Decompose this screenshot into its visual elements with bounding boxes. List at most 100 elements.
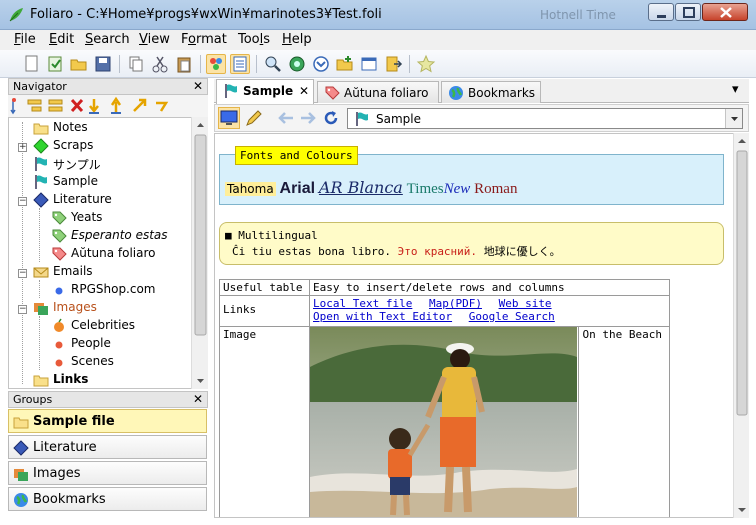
- note-content[interactable]: Fonts and Colours Tahoma Arial AR Blanca…: [214, 133, 734, 518]
- maximize-button[interactable]: [675, 3, 701, 21]
- tree-item-label: Aŭtuna foliaro: [71, 246, 156, 260]
- esperanto-text: Ĉi tiu estas bona libro.: [232, 245, 391, 258]
- local-text-file-link[interactable]: Local Text file: [313, 297, 412, 310]
- edit-pencil-icon[interactable]: [244, 108, 264, 128]
- scroll-thumb: [194, 134, 207, 336]
- nav-move-down-icon[interactable]: [89, 99, 99, 114]
- green-diamond-icon: [33, 138, 49, 154]
- export-icon[interactable]: [383, 54, 403, 74]
- folder-icon: [33, 375, 49, 387]
- tag-icon: [52, 229, 67, 243]
- folder-icon: [13, 417, 29, 429]
- nav-move-icon[interactable]: [10, 98, 16, 115]
- refresh-icon[interactable]: [321, 108, 341, 128]
- menu-edit[interactable]: Edit: [49, 32, 74, 47]
- group-literature[interactable]: Literature: [8, 435, 207, 459]
- table-row: Links Local Text file Map(PDF) Web site …: [219, 295, 670, 327]
- tree-item-label: Notes: [53, 120, 88, 134]
- font-sample-ar-blanca: AR Blanca: [318, 178, 403, 197]
- new-file-icon[interactable]: [21, 54, 41, 74]
- palette-icon[interactable]: [206, 54, 226, 74]
- tree-item-label: Celebrities: [71, 318, 136, 332]
- paste-icon[interactable]: [174, 54, 194, 74]
- red-dot-icon: [55, 359, 63, 367]
- table-row: Useful table Easy to insert/delete rows …: [219, 279, 670, 296]
- menu-file[interactable]: File: [14, 32, 36, 47]
- images-icon: [34, 303, 48, 315]
- google-search-link[interactable]: Google Search: [469, 310, 555, 323]
- collapse-emails-icon[interactable]: −: [18, 269, 27, 278]
- copy-icon[interactable]: [126, 54, 146, 74]
- nav-outdent-icon[interactable]: [156, 101, 169, 112]
- web-site-link[interactable]: Web site: [499, 297, 552, 310]
- map-pdf-link[interactable]: Map(PDF): [429, 297, 482, 310]
- nav-indent-icon[interactable]: [133, 98, 147, 112]
- blue-dot-icon: [55, 287, 63, 295]
- expand-scraps-icon[interactable]: +: [18, 143, 27, 152]
- flag-icon: [356, 112, 368, 126]
- tab-list-dropdown-icon[interactable]: ▾: [732, 82, 739, 97]
- search-globe-icon[interactable]: [287, 54, 307, 74]
- font-sample-times: Times: [406, 181, 444, 197]
- collapse-images-icon[interactable]: −: [18, 305, 27, 314]
- tag-icon: [52, 211, 67, 225]
- content-scrollbar[interactable]: [733, 133, 749, 518]
- address-dropdown-icon[interactable]: [725, 109, 742, 128]
- navigator-header: Navigator ✕: [8, 78, 208, 95]
- back-arrow-icon[interactable]: [276, 108, 296, 128]
- search-icon[interactable]: [263, 54, 283, 74]
- font-sample-new: New: [443, 181, 471, 197]
- menu-format[interactable]: Format: [181, 32, 227, 47]
- app-leaf-icon: [9, 8, 23, 22]
- tab-label: Bookmarks: [468, 86, 536, 100]
- title-bar: Foliaro - C:¥Home¥progs¥wxWin¥marinotes3…: [0, 0, 756, 30]
- group-label: Literature: [33, 440, 97, 455]
- flag-icon: [35, 175, 47, 189]
- tab-bookmarks[interactable]: Bookmarks: [441, 81, 541, 103]
- view-mode-monitor-icon[interactable]: [218, 107, 240, 129]
- group-sample-file[interactable]: Sample file: [8, 409, 207, 433]
- tab-sample[interactable]: Sample ✕: [216, 79, 314, 104]
- fruit-icon: [54, 318, 64, 332]
- tree-view-icon[interactable]: [230, 54, 250, 74]
- address-combobox[interactable]: Sample: [347, 108, 743, 129]
- navigator-title: Navigator: [13, 80, 67, 93]
- scroll-up-icon: [738, 139, 746, 143]
- tree-item-label: Literature: [53, 192, 112, 206]
- new-note-icon[interactable]: [45, 54, 65, 74]
- menu-view[interactable]: View: [139, 32, 170, 47]
- nav-move-up-icon[interactable]: [110, 96, 122, 114]
- open-with-text-editor-link[interactable]: Open with Text Editor: [313, 310, 452, 323]
- folder-add-icon[interactable]: [335, 54, 355, 74]
- minimize-button[interactable]: [648, 3, 674, 21]
- star-icon[interactable]: [416, 54, 436, 74]
- navigator-scrollbar[interactable]: [191, 117, 208, 389]
- tree-item-label: Images: [53, 300, 97, 314]
- tab-autuna-foliaro[interactable]: Aŭtuna foliaro: [317, 81, 439, 103]
- forward-arrow-icon[interactable]: [298, 108, 318, 128]
- navigator-close-icon[interactable]: ✕: [193, 79, 203, 93]
- open-folder-icon[interactable]: [69, 54, 89, 74]
- tab-label: Aŭtuna foliaro: [344, 86, 429, 100]
- font-sample-roman: Roman: [474, 181, 518, 197]
- window-title: Foliaro - C:¥Home¥progs¥wxWin¥marinotes3…: [30, 7, 382, 22]
- nav-delete-icon[interactable]: [70, 98, 84, 113]
- nav-add-child-icon[interactable]: [27, 99, 42, 112]
- tree-item-label: Emails: [53, 264, 93, 278]
- close-button[interactable]: [702, 3, 748, 21]
- window-icon[interactable]: [359, 54, 379, 74]
- groups-close-icon[interactable]: ✕: [193, 392, 203, 406]
- down-circle-icon[interactable]: [311, 54, 331, 74]
- group-label: Images: [33, 466, 81, 481]
- tab-close-icon[interactable]: ✕: [299, 84, 309, 98]
- blue-diamond-icon: [13, 440, 29, 456]
- menu-tools[interactable]: Tools: [238, 32, 270, 47]
- nav-add-sibling-icon[interactable]: [48, 99, 63, 112]
- collapse-literature-icon[interactable]: −: [18, 197, 27, 206]
- save-icon[interactable]: [93, 54, 113, 74]
- group-images[interactable]: Images: [8, 461, 207, 485]
- cut-icon[interactable]: [150, 54, 170, 74]
- group-bookmarks[interactable]: Bookmarks: [8, 487, 207, 511]
- menu-search[interactable]: Search: [85, 32, 130, 47]
- menu-help[interactable]: Help: [282, 32, 312, 47]
